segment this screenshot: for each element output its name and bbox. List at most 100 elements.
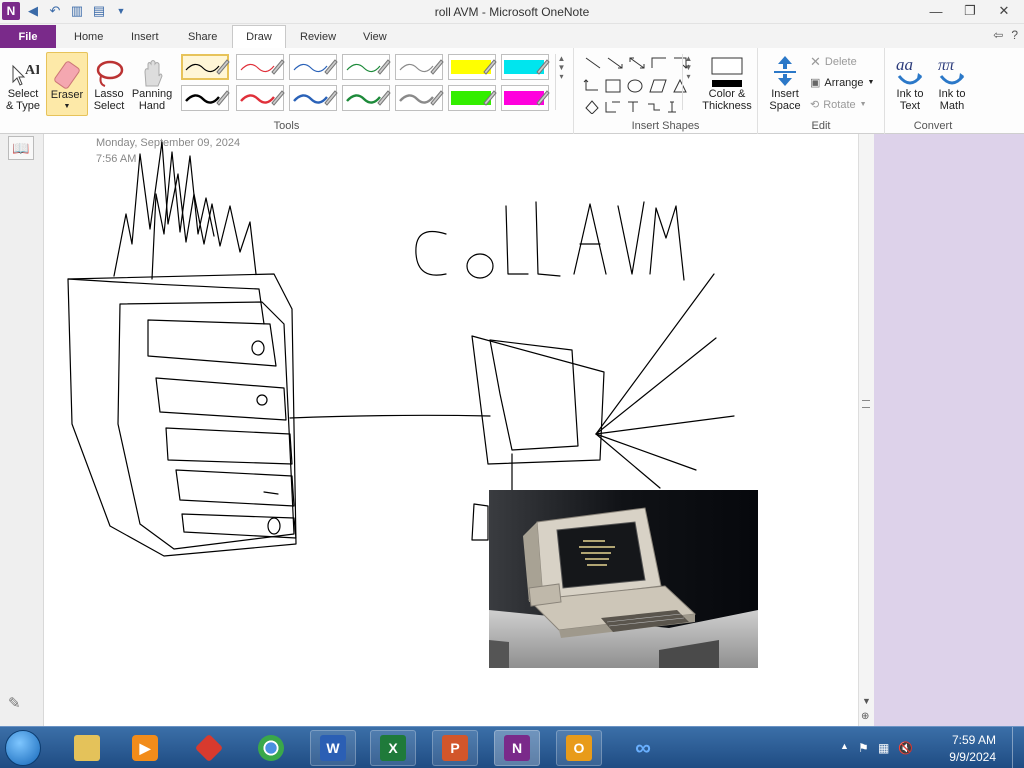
scroll-thumb-grip[interactable]: [862, 400, 870, 408]
color-thickness-button[interactable]: Color & Thickness: [700, 52, 754, 112]
note-page[interactable]: Monday, September 09, 2024 7:56 AM: [44, 134, 858, 726]
ink-stroke-ray-5: [595, 433, 661, 489]
ink-stroke-bay-1-knob: [251, 340, 265, 356]
unfiled-notes-icon[interactable]: ✎: [8, 694, 21, 712]
taskbar-excel[interactable]: X: [370, 730, 416, 766]
lasso-select-button[interactable]: Lasso Select: [88, 52, 130, 112]
convert-group: aa Ink to Text ππ Ink to Math Convert: [885, 48, 981, 134]
restore-icon[interactable]: ❐: [956, 1, 984, 21]
tab-view[interactable]: View: [353, 25, 397, 48]
shapes-gallery-scroll[interactable]: ▲ ▼ ▾: [682, 54, 694, 110]
pen-red-thick[interactable]: [236, 85, 284, 111]
tab-draw[interactable]: Draw: [232, 25, 286, 48]
flag-icon[interactable]: ⚑: [858, 741, 869, 755]
ink-stroke-letter-o: [466, 253, 494, 279]
tab-file[interactable]: File: [0, 25, 56, 48]
select-type-button[interactable]: AI Select & Type: [2, 52, 44, 112]
taskbar-powerpoint[interactable]: P: [432, 730, 478, 766]
tab-share[interactable]: Share: [178, 25, 227, 48]
apple-ii-photo[interactable]: [489, 490, 758, 668]
ink-to-text-button[interactable]: aa Ink to Text: [889, 52, 931, 112]
convert-group-label: Convert: [913, 120, 953, 132]
scroll-down-icon[interactable]: ▼: [862, 696, 871, 706]
system-tray: ▲ ⚑ ▦ 🔇 7:59 AM 9/9/2024: [834, 727, 1024, 768]
taskbar-media[interactable]: ▶: [122, 730, 168, 766]
add-page-icon[interactable]: ⊕: [861, 711, 869, 722]
ink-stroke-bay-5: [181, 513, 297, 539]
arrange-button[interactable]: ▣ Arrange ▼: [810, 76, 874, 90]
onenote-icon: N: [504, 735, 530, 761]
pen-blue-thin[interactable]: [289, 54, 337, 80]
clock-date[interactable]: 9/9/2024: [949, 750, 996, 764]
eraser-dropdown-icon[interactable]: ▼: [47, 101, 87, 113]
highlighter-green[interactable]: [448, 85, 496, 111]
taskbar-chrome[interactable]: [248, 730, 294, 766]
hand-icon: [131, 52, 173, 88]
delete-button[interactable]: ✕ Delete: [810, 54, 857, 70]
show-hidden-icons-icon[interactable]: ▲: [840, 741, 849, 751]
tools-group-label: Tools: [273, 120, 300, 132]
highlighter-yellow[interactable]: [448, 54, 496, 80]
eraser-icon: [47, 53, 87, 89]
pen-black-thick[interactable]: [181, 85, 229, 111]
tools-group: AI Select & Type Eraser ▼ Lasso Select P…: [0, 48, 574, 134]
volume-muted-icon[interactable]: 🔇: [898, 741, 913, 755]
ink-stroke-letter-a: [573, 203, 607, 275]
taskbar-onenote[interactable]: N: [494, 730, 540, 766]
taskbar-word[interactable]: W: [310, 730, 356, 766]
pen-green-thick[interactable]: [342, 85, 390, 111]
notebook-strip: 📖 ✎: [0, 134, 44, 726]
word-icon: W: [320, 735, 346, 761]
minimize-icon[interactable]: —: [922, 1, 950, 21]
rotate-button[interactable]: ⟲ Rotate ▼: [810, 98, 867, 112]
pen-black-thin[interactable]: [181, 54, 229, 80]
pen-blue-thick[interactable]: [289, 85, 337, 111]
ribbon: AI Select & Type Eraser ▼ Lasso Select P…: [0, 48, 1024, 134]
ink-stroke-monitor-screen: [489, 339, 579, 451]
taskbar-explorer[interactable]: [64, 730, 110, 766]
pen-gray-thick[interactable]: [395, 85, 443, 111]
ink-stroke-letter-c: [415, 230, 447, 276]
pen-gray-thin[interactable]: [395, 54, 443, 80]
pen-red-thin[interactable]: [236, 54, 284, 80]
excel-icon: X: [380, 735, 406, 761]
tab-insert[interactable]: Insert: [121, 25, 169, 48]
ribbon-pin-icon[interactable]: ⇦: [993, 28, 1003, 42]
taskbar-outlook[interactable]: O: [556, 730, 602, 766]
edit-group-label: Edit: [811, 120, 831, 132]
eraser-button[interactable]: Eraser ▼: [46, 52, 88, 116]
close-icon[interactable]: ✕: [990, 1, 1018, 21]
ink-stroke-server-top: [67, 278, 265, 325]
panning-hand-button[interactable]: Panning Hand: [131, 52, 173, 112]
ink-stroke-spikes: [113, 141, 257, 277]
insert-shapes-group: ▲ ▼ ▾ Color & Thickness Insert Shapes: [574, 48, 758, 134]
ink-stroke-monitor-outline: [471, 335, 605, 465]
window-title: roll AVM - Microsoft OneNote: [434, 5, 590, 19]
svg-text:ππ: ππ: [938, 57, 955, 74]
ink-to-math-button[interactable]: ππ Ink to Math: [931, 52, 973, 112]
tab-review[interactable]: Review: [290, 25, 346, 48]
edit-group: Insert Space ✕ Delete ▣ Arrange ▼ ⟲ Rota…: [758, 48, 885, 134]
shapes-gallery[interactable]: [582, 54, 692, 114]
highlighter-cyan[interactable]: [501, 54, 549, 80]
svg-text:AI: AI: [25, 63, 39, 78]
taskbar-gimp[interactable]: [186, 730, 232, 766]
clock-time[interactable]: 7:59 AM: [952, 733, 996, 747]
pens-gallery-scroll[interactable]: ▲ ▼ ▾: [555, 54, 567, 110]
network-icon[interactable]: ▦: [878, 741, 889, 755]
show-desktop-button[interactable]: [1012, 727, 1024, 768]
start-button[interactable]: [5, 730, 41, 766]
highlighter-magenta[interactable]: [501, 85, 549, 111]
title-bar: N ◀ ↶ ▥ ▤ ▼ roll AVM - Microsoft OneNote…: [0, 0, 1024, 24]
pen-green-thin[interactable]: [342, 54, 390, 80]
notebook-icon[interactable]: 📖: [8, 136, 34, 160]
insert-space-button[interactable]: Insert Space: [764, 52, 806, 112]
color-thickness-icon: [700, 52, 754, 88]
ink-stroke-bay-4: [175, 469, 295, 507]
help-icon[interactable]: ?: [1011, 28, 1018, 42]
taskbar-infinity[interactable]: ∞: [620, 730, 666, 766]
vertical-scrollbar[interactable]: ▼ ⊕: [858, 134, 874, 726]
ink-to-math-icon: ππ: [931, 52, 973, 88]
tab-home[interactable]: Home: [64, 25, 113, 48]
gimp-icon: [194, 733, 224, 763]
